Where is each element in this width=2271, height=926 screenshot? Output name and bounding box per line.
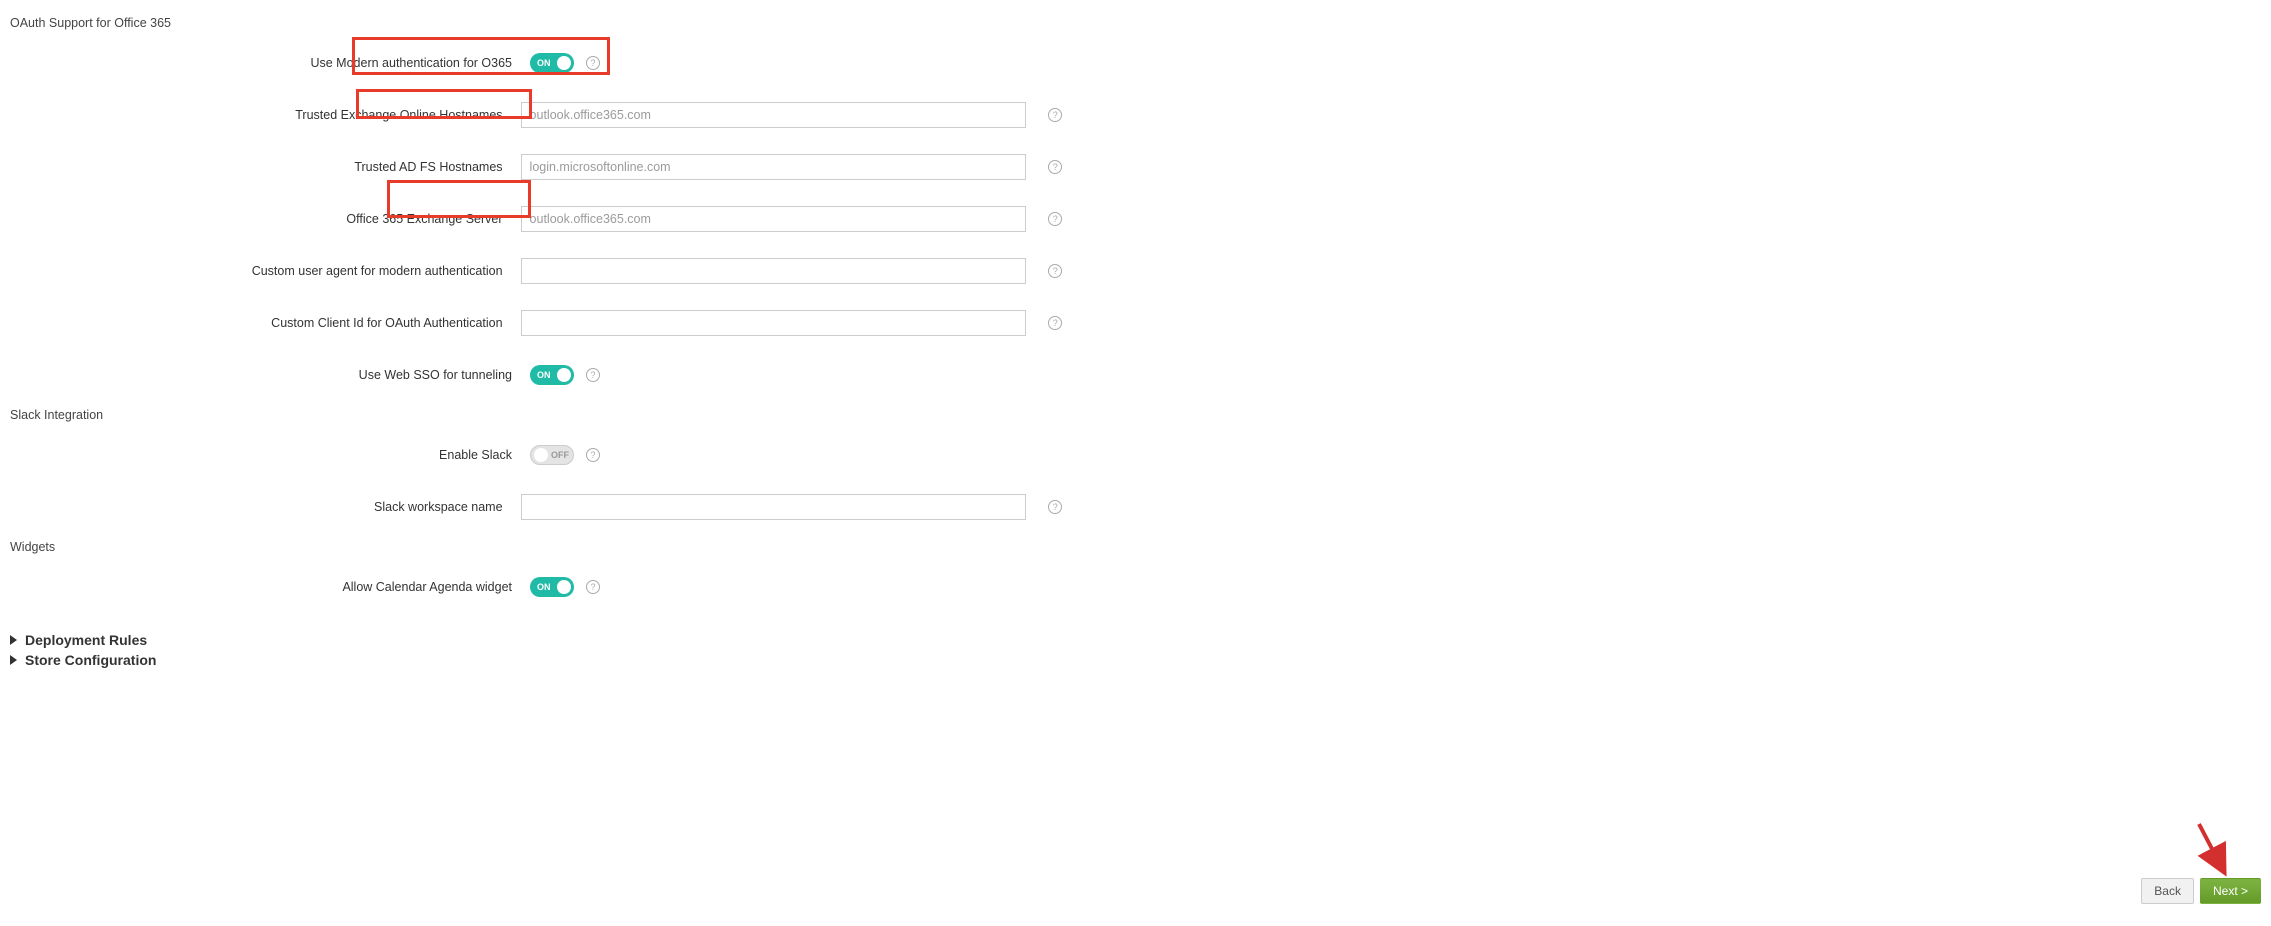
help-icon[interactable]: ? <box>586 448 600 462</box>
label-web-sso: Use Web SSO for tunneling <box>10 368 530 382</box>
toggle-web-sso[interactable]: ON <box>530 365 574 385</box>
input-slack-workspace[interactable] <box>521 494 1026 520</box>
chevron-right-icon <box>10 635 17 645</box>
label-enable-slack: Enable Slack <box>10 448 530 462</box>
back-button[interactable]: Back <box>2141 878 2194 904</box>
label-exchange-server: Office 365 Exchange Server <box>10 212 521 226</box>
collapsed-label: Store Configuration <box>25 652 156 668</box>
help-icon[interactable]: ? <box>1048 316 1062 330</box>
help-icon[interactable]: ? <box>586 56 600 70</box>
label-client-id: Custom Client Id for OAuth Authenticatio… <box>10 316 521 330</box>
toggle-enable-slack[interactable]: OFF <box>530 445 574 465</box>
toggle-on-text: ON <box>537 370 551 380</box>
help-icon[interactable]: ? <box>1048 160 1062 174</box>
collapsed-deployment-rules[interactable]: Deployment Rules <box>10 632 2261 648</box>
toggle-off-text: OFF <box>551 450 569 460</box>
help-icon[interactable]: ? <box>1048 108 1062 122</box>
annotation-arrow-icon <box>2191 818 2231 878</box>
toggle-on-text: ON <box>537 582 551 592</box>
input-client-id[interactable] <box>521 310 1026 336</box>
input-adfs-hostnames[interactable] <box>521 154 1026 180</box>
label-modern-auth: Use Modern authentication for O365 <box>10 56 530 70</box>
label-adfs-hostnames: Trusted AD FS Hostnames <box>10 160 521 174</box>
chevron-right-icon <box>10 655 17 665</box>
toggle-on-text: ON <box>537 58 551 68</box>
next-button[interactable]: Next > <box>2200 878 2261 904</box>
label-user-agent: Custom user agent for modern authenticat… <box>10 264 521 278</box>
label-slack-workspace: Slack workspace name <box>10 500 521 514</box>
help-icon[interactable]: ? <box>1048 212 1062 226</box>
input-exchange-server[interactable] <box>521 206 1026 232</box>
label-trusted-hostnames: Trusted Exchange Online Hostnames <box>10 108 521 122</box>
label-calendar-widget: Allow Calendar Agenda widget <box>10 580 530 594</box>
help-icon[interactable]: ? <box>586 368 600 382</box>
help-icon[interactable]: ? <box>1048 500 1062 514</box>
toggle-modern-auth[interactable]: ON <box>530 53 574 73</box>
section-title-oauth: OAuth Support for Office 365 <box>10 16 2261 30</box>
toggle-calendar-widget[interactable]: ON <box>530 577 574 597</box>
input-trusted-hostnames[interactable] <box>521 102 1026 128</box>
collapsed-label: Deployment Rules <box>25 632 147 648</box>
section-title-slack: Slack Integration <box>10 408 2261 422</box>
collapsed-store-configuration[interactable]: Store Configuration <box>10 652 2261 668</box>
help-icon[interactable]: ? <box>1048 264 1062 278</box>
help-icon[interactable]: ? <box>586 580 600 594</box>
input-user-agent[interactable] <box>521 258 1026 284</box>
section-title-widgets: Widgets <box>10 540 2261 554</box>
